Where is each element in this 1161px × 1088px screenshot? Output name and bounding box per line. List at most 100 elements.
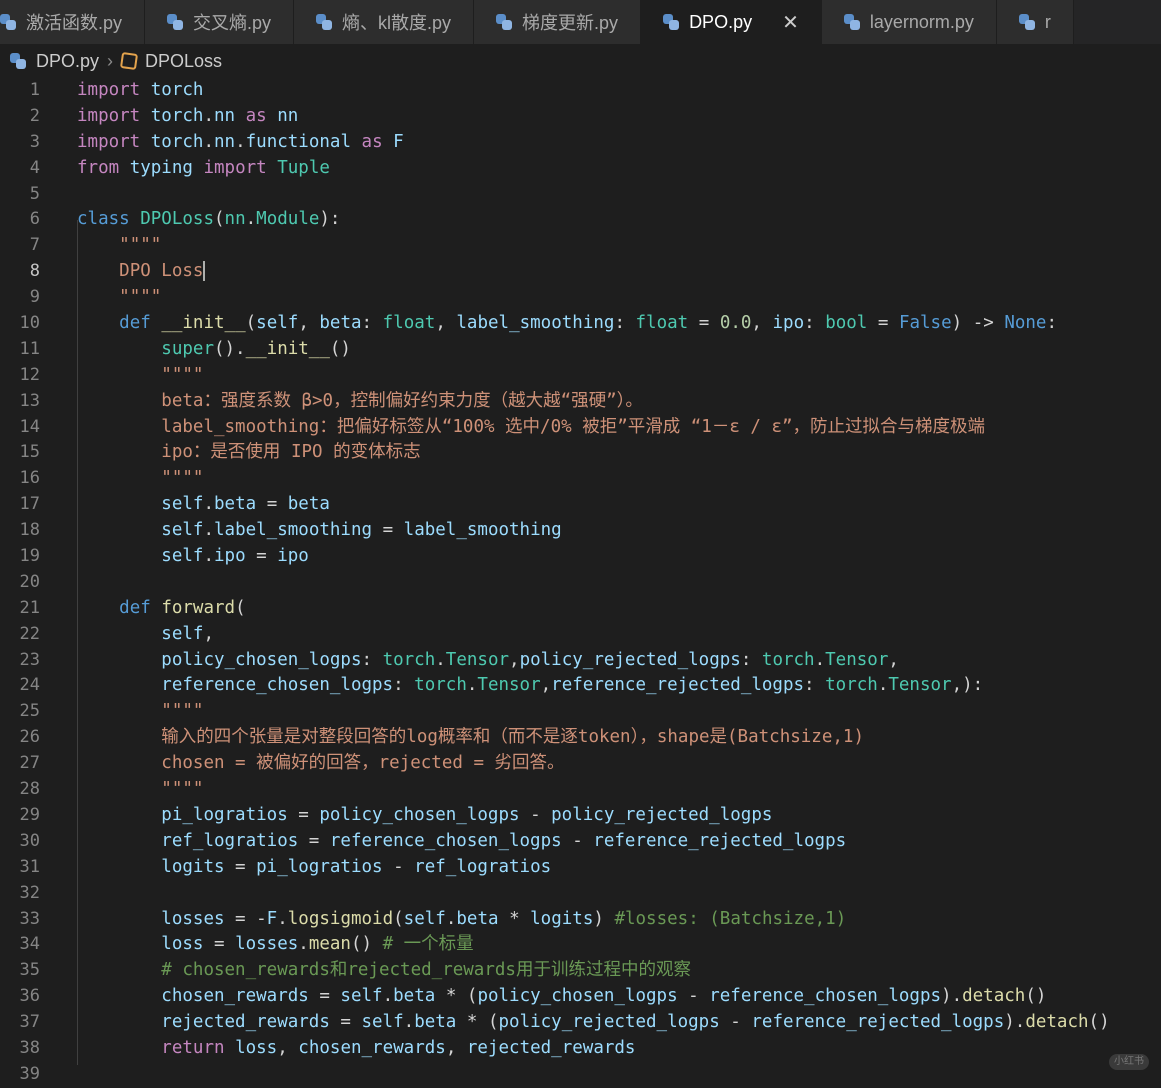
code-area[interactable]: import torch import torch.nn as nn import … (77, 78, 1161, 1088)
code-line[interactable] (77, 570, 1161, 596)
watermark-logo: 小红书 (1109, 1054, 1149, 1070)
code-token: def (119, 313, 151, 334)
tab-1[interactable]: 交叉熵.py (145, 0, 295, 44)
tab-label: r (1044, 11, 1051, 32)
code-line[interactable]: ref_logratios = reference_chosen_logps -… (77, 829, 1161, 855)
breadcrumb-symbol[interactable]: DPOLoss (145, 51, 222, 72)
code-token: = (867, 313, 899, 334)
tab-5[interactable]: layernorm.py (821, 0, 997, 44)
line-number: 24 (19, 675, 40, 696)
code-line[interactable]: from typing import Tuple (77, 156, 1161, 182)
code-line[interactable]: reference_chosen_logps: torch.Tensor,ref… (77, 673, 1161, 699)
code-token: policy_rejected_logps (498, 1012, 720, 1033)
code-token: forward (161, 597, 236, 618)
line-number: 7 (29, 235, 40, 256)
code-line[interactable]: loss = losses.mean() # 一个标量 (77, 932, 1161, 958)
tab-3[interactable]: 梯度更新.py (474, 0, 642, 44)
python-file-icon (10, 53, 26, 69)
code-token: loss (235, 1037, 278, 1058)
code-line[interactable]: """" (77, 363, 1161, 389)
tab-6[interactable]: r (996, 0, 1074, 44)
code-line[interactable]: losses = -F.logsigmoid(self.beta * logit… (77, 907, 1161, 933)
code-line[interactable]: class DPOLoss(nn.Module): (77, 207, 1161, 233)
line-number: 34 (19, 934, 40, 955)
code-line[interactable]: self.ipo = ipo (77, 544, 1161, 570)
code-line[interactable]: """" (77, 699, 1161, 725)
code-token: reference_chosen_logps (329, 830, 562, 851)
tab-label: 激活函数.py (26, 13, 123, 33)
code-token: : (740, 649, 762, 670)
breadcrumb-file[interactable]: DPO.py (36, 51, 99, 72)
code-line[interactable]: import torch (77, 78, 1161, 104)
code-line[interactable]: self.label_smoothing = label_smoothing (77, 518, 1161, 544)
code-line[interactable]: self, (77, 622, 1161, 648)
line-number: 11 (19, 338, 40, 359)
code-token: label_smoothing (214, 520, 373, 541)
code-line[interactable]: chosen_rewards = self.beta * (policy_cho… (77, 984, 1161, 1010)
tab-2[interactable]: 熵、kl散度.py (294, 0, 475, 44)
python-file-icon (663, 14, 680, 30)
code-line[interactable]: import torch.nn as nn (77, 104, 1161, 130)
code-line[interactable]: """" (77, 233, 1161, 259)
code-token: 输入的四个张量是对整段回答的log概率和（而不是逐token），shape是(B… (161, 727, 864, 748)
code-token: , (888, 649, 899, 670)
code-editor[interactable]: 1 2 3 4 5 6 7 8 9 10 11 12 13 14 15 16 17 18 19 20 21 22 23 24 2… (0, 78, 1161, 1084)
line-number: 17 (19, 494, 40, 515)
code-line[interactable] (77, 881, 1161, 907)
code-token: beta：强度系数 β>0，控制偏好约束力度（越大越“强硬”）。 (161, 390, 643, 411)
code-line[interactable]: """" (77, 466, 1161, 492)
code-line[interactable]: DPO Loss (77, 259, 1161, 285)
code-token: - (519, 804, 552, 825)
tab-0[interactable]: 激活函数.py (0, 0, 146, 44)
code-line[interactable]: beta：强度系数 β>0，控制偏好约束力度（越大越“强硬”）。 (77, 389, 1161, 415)
code-token: . (877, 675, 889, 696)
code-line[interactable] (77, 182, 1161, 208)
code-token: , (509, 649, 520, 670)
code-line[interactable] (77, 1062, 1161, 1088)
tab-4[interactable]: DPO.py ✕ (641, 0, 822, 44)
line-number: 14 (19, 416, 40, 437)
code-token: typing (129, 157, 193, 178)
code-line[interactable]: return loss, chosen_rewards, rejected_re… (77, 1036, 1161, 1062)
code-line[interactable]: import torch.nn.functional as F (77, 130, 1161, 156)
code-line[interactable]: 输入的四个张量是对整段回答的log概率和（而不是逐token），shape是(B… (77, 725, 1161, 751)
line-number: 8 (29, 261, 40, 282)
code-line[interactable]: rejected_rewards = self.beta * (policy_r… (77, 1010, 1161, 1036)
code-line[interactable]: """" (77, 285, 1161, 311)
code-token: , (445, 1037, 467, 1058)
code-line[interactable]: chosen = 被偏好的回答，rejected = 劣回答。 (77, 751, 1161, 777)
code-line[interactable]: """" (77, 777, 1161, 803)
code-token: self (256, 313, 299, 334)
code-token: - (382, 856, 415, 877)
code-token: . (203, 546, 214, 567)
code-token: torch (150, 131, 204, 152)
line-number: 32 (19, 882, 40, 903)
code-line[interactable]: def forward( (77, 596, 1161, 622)
code-line[interactable]: def __init__(self, beta: float, label_sm… (77, 311, 1161, 337)
code-line[interactable]: self.beta = beta (77, 492, 1161, 518)
code-line[interactable]: logits = pi_logratios - ref_logratios (77, 855, 1161, 881)
code-line[interactable]: pi_logratios = policy_chosen_logps - pol… (77, 803, 1161, 829)
code-line[interactable]: policy_chosen_logps: torch.Tensor,policy… (77, 648, 1161, 674)
line-number: 30 (19, 830, 40, 851)
line-number: 33 (19, 908, 40, 929)
line-number: 26 (19, 727, 40, 748)
code-token: beta (393, 986, 436, 1007)
code-line[interactable]: super().__init__() (77, 337, 1161, 363)
close-icon[interactable]: ✕ (782, 10, 799, 35)
code-token: = (224, 856, 257, 877)
code-line[interactable]: label_smoothing：把偏好标签从“100% 选中/0% 被拒”平滑成… (77, 415, 1161, 441)
code-token: import (77, 131, 141, 152)
code-line[interactable]: ipo：是否使用 IPO 的变体标志 (77, 440, 1161, 466)
line-number: 12 (19, 364, 40, 385)
code-token: label_smoothing (456, 313, 615, 334)
code-line[interactable]: # chosen_rewards和rejected_rewards用于训练过程中… (77, 958, 1161, 984)
